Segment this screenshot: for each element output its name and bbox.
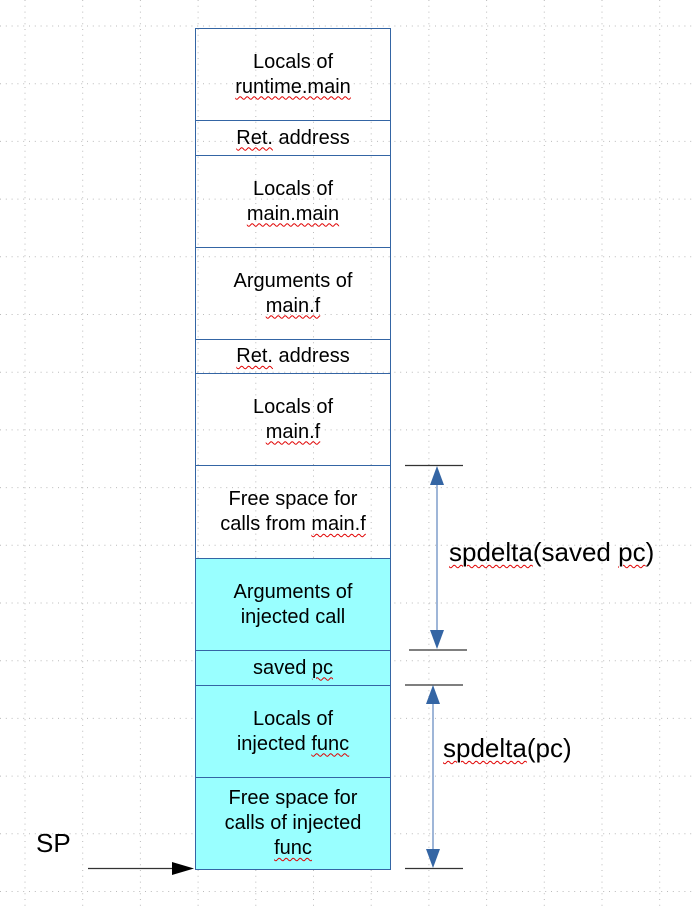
frame-label-line: injected func [237, 732, 349, 757]
spdelta-pc-dimension [405, 684, 463, 870]
stack-frame: Locals of main.f [195, 373, 391, 466]
frame-label-line: Arguments of [234, 580, 353, 605]
text-segment: pc [618, 537, 646, 567]
frame-label-line: main.f [266, 420, 320, 445]
text-segment: (saved [532, 537, 619, 567]
text-segment: main.main [246, 202, 340, 225]
stack-frame: Free space for calls from main.f [195, 465, 391, 559]
spdelta-saved-pc-label: spdelta(saved pc) [449, 537, 654, 568]
sp-label: SP [36, 828, 71, 858]
frame-label-line: main.f [266, 294, 320, 319]
stack-frame: Locals of injected func [195, 685, 391, 778]
text-segment: Arguments of [233, 269, 353, 292]
text-segment: runtime.main [235, 75, 351, 98]
text-segment: injected [236, 732, 312, 755]
frame-label-line: injected call [241, 605, 346, 630]
arrow-right-icon [172, 862, 194, 875]
text-segment: func [311, 732, 350, 755]
text-segment: main.f [265, 294, 321, 317]
text-segment: func [274, 837, 312, 859]
frame-label-line: Ret. address [236, 344, 349, 369]
text-segment: Ret. [236, 126, 273, 149]
frame-label-line: Locals of [253, 50, 333, 75]
frame-label-line: calls from main.f [220, 512, 366, 537]
text-segment: main.f [265, 420, 321, 443]
text-segment: calls from [220, 513, 312, 535]
frame-label-line: Locals of [253, 177, 333, 202]
arrow-down-icon [426, 849, 440, 868]
frame-label-line: Arguments of [234, 269, 353, 294]
stack-frame: Locals of runtime.main [195, 28, 391, 121]
arrow-down-icon [430, 630, 444, 649]
stack-frame: Arguments of injected call [195, 558, 391, 651]
text-segment: address [272, 126, 350, 149]
frame-label-line: Ret. address [236, 126, 349, 151]
text-segment: injected call [240, 605, 346, 628]
arrow-up-icon [426, 685, 440, 704]
frame-label-line: Locals of [253, 707, 333, 732]
text-segment: spdelta [443, 733, 527, 763]
text-segment: Locals of [252, 707, 334, 730]
text-segment: calls of injected [224, 812, 362, 834]
frame-label-line: calls of injected [225, 811, 362, 836]
text-segment: saved [252, 656, 312, 679]
stack-frame: Free space for calls of injected func [195, 777, 391, 870]
text-segment: (pc) [526, 733, 572, 763]
frame-label-line: main.main [247, 202, 339, 227]
text-segment: ) [645, 537, 655, 567]
frame-label-line: func [274, 836, 312, 861]
stack-frame: Ret. address [195, 120, 391, 156]
text-segment: pc [311, 656, 334, 679]
text-segment: Free space for [228, 488, 358, 510]
text-segment: Ret. [236, 345, 273, 367]
text-segment: spdelta [449, 537, 533, 567]
stack-frame: saved pc [195, 650, 391, 686]
text-segment: Free space for [228, 787, 358, 809]
text-segment: Arguments of [233, 580, 353, 603]
arrow-up-icon [430, 466, 444, 485]
text-segment: Locals of [252, 50, 334, 73]
stack-frame: Ret. address [195, 339, 391, 374]
stack-frame: Locals of main.main [195, 155, 391, 248]
sp-pointer-arrow [88, 862, 194, 875]
text-segment: address [272, 345, 350, 367]
frame-label-line: Free space for [229, 786, 358, 811]
frame-label-line: Free space for [229, 487, 358, 512]
text-segment: main.f [311, 513, 366, 535]
frame-label-line: Locals of [253, 395, 333, 420]
frame-label-line: runtime.main [235, 75, 351, 100]
stack-frame: Arguments of main.f [195, 247, 391, 340]
spdelta-pc-label: spdelta(pc) [443, 733, 572, 764]
text-segment: Locals of [252, 177, 334, 200]
frame-label-line: saved pc [253, 656, 333, 681]
stack-diagram: Locals of runtime.main Ret. address Locals … [0, 0, 695, 907]
text-segment: Locals of [252, 395, 334, 418]
